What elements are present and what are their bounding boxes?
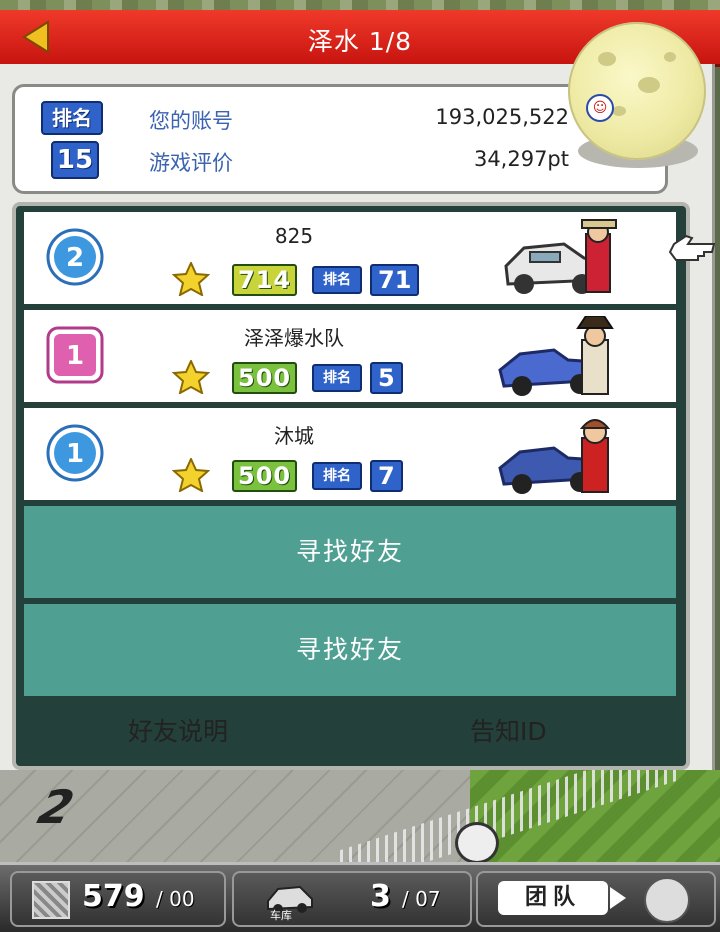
- find-friend-button[interactable]: 寻找好友: [24, 604, 676, 696]
- tiles-max: / 00: [156, 887, 195, 911]
- friend-rank: 7: [370, 460, 403, 492]
- tiles-value: 579: [82, 879, 145, 914]
- status-bar: 579 / 00 车库 3 / 07 团队: [0, 862, 720, 932]
- friend-name: 825: [274, 224, 314, 248]
- friend-rank-label: 排名: [312, 364, 362, 392]
- friend-name: 沐城: [274, 424, 314, 448]
- friend-points: 500: [232, 362, 298, 394]
- star-icon: [172, 262, 210, 296]
- level-badge-blue-icon: 2: [46, 228, 104, 286]
- friend-list: 2 825 714 排名 71 1 泽泽爆水队 500 排名 5 1 沐城 50…: [12, 202, 690, 770]
- moon-icon: [568, 22, 706, 160]
- friend-row[interactable]: 1 泽泽爆水队 500 排名 5: [24, 310, 676, 402]
- star-icon: [172, 458, 210, 492]
- svg-text:2: 2: [66, 243, 84, 273]
- team-face-icon: [644, 877, 690, 923]
- level-badge-pink-icon: 1: [46, 326, 104, 384]
- friend-name: 泽泽爆水队: [244, 326, 344, 350]
- notify-id-link[interactable]: 告知ID: [470, 712, 547, 748]
- eval-value: 34,297pt: [473, 147, 569, 171]
- garage-value: 3: [370, 879, 391, 914]
- account-face-icon: ☺: [586, 94, 614, 122]
- team-arrow-icon: [610, 887, 626, 909]
- garage-label: 车库: [270, 909, 292, 922]
- friend-rank: 71: [370, 264, 420, 296]
- svg-text:1: 1: [66, 439, 84, 469]
- friend-stats: 500 排名 7: [172, 458, 412, 492]
- level-badge-blue-icon: 1: [46, 424, 104, 482]
- car-icon: [498, 419, 611, 494]
- friend-help-link[interactable]: 好友说明: [128, 712, 228, 748]
- friend-stats: 500 排名 5: [172, 360, 412, 394]
- find-friend-button[interactable]: 寻找好友: [24, 506, 676, 598]
- city-map: 2: [0, 770, 720, 870]
- pointer-hand-icon: [668, 234, 716, 261]
- friend-stats: 714 排名 71: [172, 262, 420, 296]
- car-icon: [504, 219, 617, 294]
- worker-icon: [455, 822, 499, 864]
- rank-value: 15: [51, 141, 99, 179]
- tiles-counter[interactable]: 579 / 00: [10, 871, 226, 927]
- team-panel: 团队: [476, 871, 716, 927]
- garage-max: / 07: [402, 887, 441, 911]
- car-icon: [498, 316, 614, 396]
- friend-rank: 5: [370, 362, 403, 394]
- friend-points: 714: [232, 264, 298, 296]
- friend-points: 500: [232, 460, 298, 492]
- eval-label: 游戏评价: [149, 151, 233, 175]
- friend-row[interactable]: 2 825 714 排名 71: [24, 212, 676, 304]
- friend-rank-label: 排名: [312, 266, 362, 294]
- account-value: 193,025,522: [435, 105, 569, 129]
- rank-label: 排名: [41, 101, 103, 135]
- friend-row[interactable]: 1 沐城 500 排名 7: [24, 408, 676, 500]
- team-button[interactable]: 团队: [498, 881, 608, 915]
- tile-icon: [32, 881, 70, 919]
- account-label: 您的账号: [149, 109, 233, 133]
- garage-counter[interactable]: 车库 3 / 07: [232, 871, 472, 927]
- star-icon: [172, 360, 210, 394]
- friend-rank-label: 排名: [312, 462, 362, 490]
- svg-text:1: 1: [66, 341, 84, 371]
- friends-panel: 排名 15 您的账号 193,025,522 游戏评价 34,297pt ☺ 2…: [0, 22, 715, 774]
